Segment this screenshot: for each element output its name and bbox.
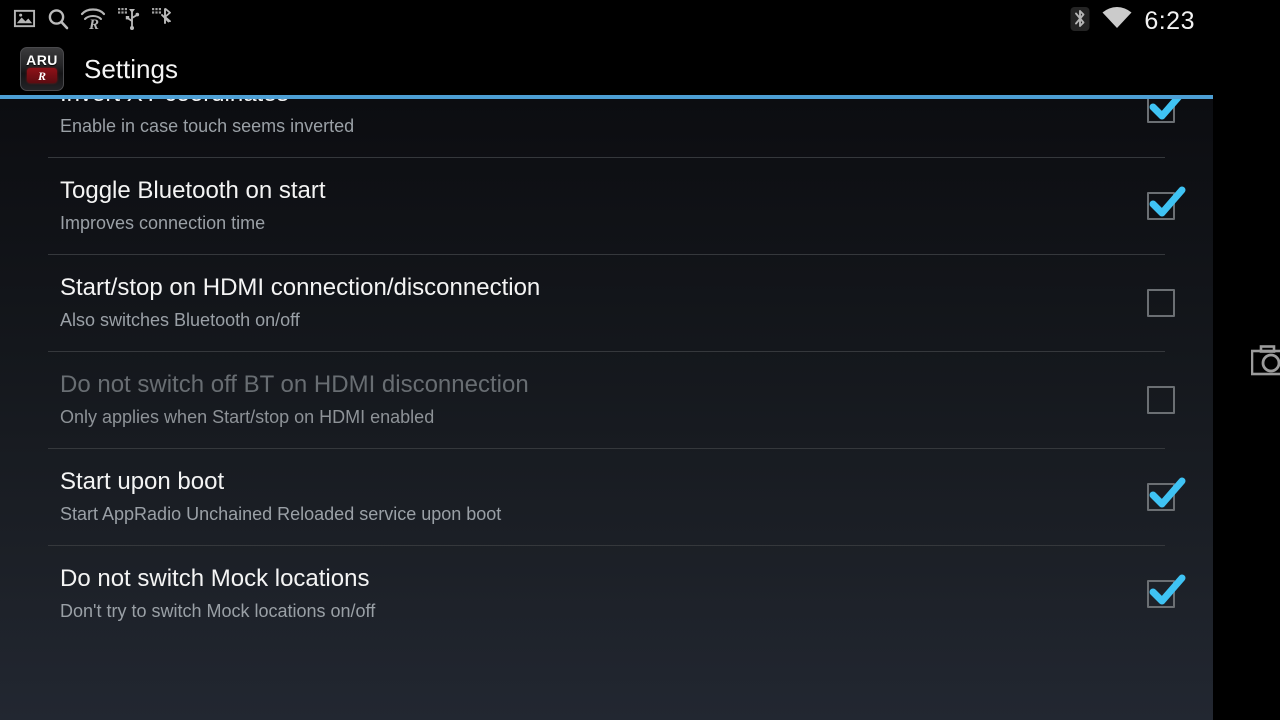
settings-list[interactable]: Invert XY-coordinates Enable in case touc… <box>0 99 1213 720</box>
settings-row-subtitle: Enable in case touch seems inverted <box>60 116 355 136</box>
status-bar-left-icons: R <box>0 7 176 36</box>
app-icon-top-text: ARU <box>26 52 58 68</box>
settings-row-texts: Do not switch off BT on HDMI disconnecti… <box>0 370 1108 429</box>
camera-screenshot-icon[interactable] <box>1250 344 1280 381</box>
settings-row-texts: Invert XY-coordinates Enable in case touc… <box>0 99 1108 138</box>
android-screen: R 6:23 ARU R Settings Enable in case tou… <box>0 0 1280 720</box>
settings-row-title: Toggle Bluetooth on start <box>60 177 326 204</box>
settings-row-texts: Start/stop on HDMI connection/disconnect… <box>0 273 1108 332</box>
settings-row-texts: Start upon boot Start AppRadio Unchained … <box>0 467 1108 526</box>
checkbox-invert-xy-coordinates[interactable] <box>1146 99 1181 123</box>
checkbox-start-stop-on-hdmi[interactable] <box>1146 288 1175 317</box>
svg-text:R: R <box>88 17 99 30</box>
settings-row-checkbox-area[interactable] <box>1108 288 1213 317</box>
bluetooth-tether-icon <box>151 7 176 35</box>
device-content-area: R 6:23 ARU R Settings Enable in case tou… <box>0 0 1213 720</box>
search-icon <box>46 7 70 36</box>
settings-row-do-not-switch-off-bt-on-hdmi-disconnection[interactable]: Do not switch off BT on HDMI disconnecti… <box>0 352 1213 448</box>
settings-row-texts: Do not switch Mock locations Don't try to… <box>0 564 1108 623</box>
checkmark-icon <box>1149 574 1185 604</box>
usb-debug-icon <box>116 7 141 35</box>
settings-row-invert-xy-coordinates[interactable]: Invert XY-coordinates Enable in case touc… <box>0 99 1213 157</box>
checkbox-do-not-switch-mock-locations[interactable] <box>1146 574 1185 608</box>
settings-row-checkbox-area[interactable] <box>1108 574 1213 608</box>
settings-row-title: Do not switch Mock locations <box>60 565 370 592</box>
settings-row-checkbox-area[interactable] <box>1108 385 1213 414</box>
settings-row-start-stop-on-hdmi[interactable]: Start/stop on HDMI connection/disconnect… <box>0 255 1213 351</box>
settings-row-title: Start/stop on HDMI connection/disconnect… <box>60 274 541 301</box>
settings-row-toggle-bluetooth-on-start[interactable]: Toggle Bluetooth on start Improves connec… <box>0 158 1213 254</box>
app-icon-appradio-unchained[interactable]: ARU R <box>20 46 64 91</box>
appradio-r-icon: R <box>80 7 106 35</box>
status-bar-right-icons: 6:23 <box>1070 6 1213 37</box>
settings-row-title: Start upon boot <box>60 468 225 495</box>
checkmark-icon <box>1149 477 1185 507</box>
settings-row-texts: Toggle Bluetooth on start Improves connec… <box>0 176 1108 235</box>
app-icon-r-badge: R <box>27 68 57 83</box>
settings-row-checkbox-area[interactable] <box>1108 186 1213 220</box>
status-bar[interactable]: R 6:23 <box>0 0 1213 42</box>
settings-row-title: Do not switch off BT on HDMI disconnecti… <box>60 371 529 398</box>
settings-row-subtitle: Don't try to switch Mock locations on/of… <box>60 601 376 621</box>
settings-row-subtitle: Improves connection time <box>60 213 266 233</box>
status-bar-clock: 6:23 <box>1144 6 1195 35</box>
settings-row-subtitle: Start AppRadio Unchained Reloaded servic… <box>60 504 502 524</box>
action-bar: ARU R Settings <box>0 42 1213 95</box>
settings-row-subtitle: Also switches Bluetooth on/off <box>60 310 300 330</box>
settings-row-start-upon-boot[interactable]: Start upon boot Start AppRadio Unchained … <box>0 449 1213 545</box>
checkmark-icon <box>1149 186 1185 216</box>
settings-row-do-not-switch-mock-locations[interactable]: Do not switch Mock locations Don't try to… <box>0 546 1213 642</box>
settings-row-subtitle: Only applies when Start/stop on HDMI ena… <box>60 407 435 427</box>
checkbox-toggle-bluetooth-on-start[interactable] <box>1146 186 1185 220</box>
bluetooth-icon <box>1070 6 1090 37</box>
checkbox-start-upon-boot[interactable] <box>1146 477 1185 511</box>
wifi-icon <box>1102 6 1132 36</box>
checkbox-do-not-switch-off-bt-on-hdmi-disconnection[interactable] <box>1146 385 1175 414</box>
checkmark-icon <box>1149 99 1181 119</box>
settings-row-title: Invert XY-coordinates <box>60 99 1088 109</box>
settings-list-inner: Invert XY-coordinates Enable in case touc… <box>0 99 1213 642</box>
gallery-image-icon <box>13 7 36 35</box>
settings-row-checkbox-area[interactable] <box>1108 99 1213 123</box>
page-title: Settings <box>84 53 178 84</box>
settings-row-checkbox-area[interactable] <box>1108 477 1213 511</box>
